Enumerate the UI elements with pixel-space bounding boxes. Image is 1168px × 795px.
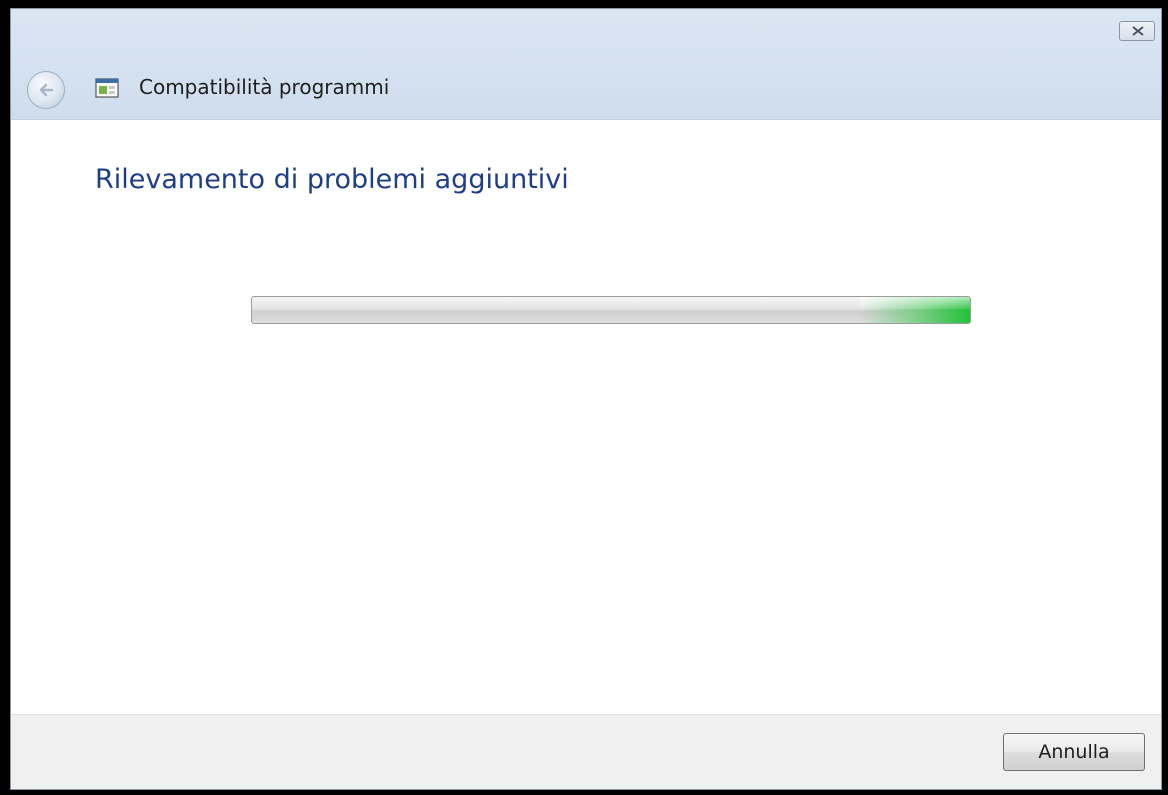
- title-bar: Compatibilità programmi: [11, 9, 1161, 120]
- page-heading: Rilevamento di problemi aggiuntivi: [95, 164, 569, 195]
- troubleshooter-window: Compatibilità programmi Rilevamento di p…: [10, 8, 1162, 790]
- cancel-button[interactable]: Annulla: [1003, 733, 1145, 771]
- back-arrow-icon: [39, 83, 54, 97]
- progress-bar: [251, 296, 971, 324]
- content-area: Rilevamento di problemi aggiuntivi: [11, 120, 1161, 714]
- close-button[interactable]: [1119, 21, 1155, 41]
- window-title: Compatibilità programmi: [139, 75, 390, 99]
- footer-bar: Annulla: [11, 714, 1161, 789]
- progress-marquee-indicator: [860, 297, 970, 323]
- close-icon: [1132, 26, 1144, 36]
- back-button[interactable]: [27, 71, 65, 109]
- program-compatibility-icon: [95, 78, 119, 98]
